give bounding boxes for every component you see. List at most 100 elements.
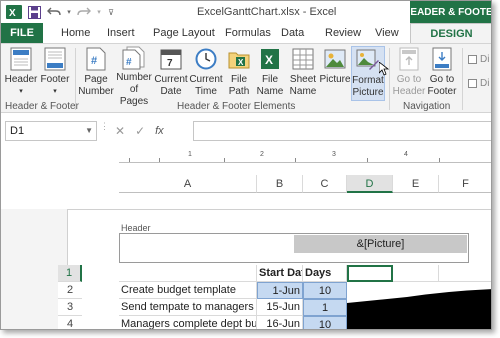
ruler-tick <box>295 158 296 162</box>
tab-design[interactable]: DESIGN <box>410 23 491 44</box>
clock-icon <box>193 46 219 72</box>
column-header-d[interactable]: D <box>347 175 393 193</box>
quick-access-toolbar: X ▾ ▾ ⊽ <box>5 4 117 20</box>
tab-data[interactable]: Data <box>281 23 304 43</box>
file-name-button[interactable]: X File Name <box>255 46 285 101</box>
page-number-button[interactable]: # Page Number <box>78 46 114 101</box>
calendar-icon: 7 <box>158 46 184 72</box>
number-of-pages-label-1: Number <box>116 72 152 83</box>
current-time-button[interactable]: Current Time <box>189 46 223 101</box>
group-separator <box>462 48 463 110</box>
header-button[interactable]: Header ▾ <box>5 46 37 101</box>
excel-window: X ▾ ▾ ⊽ ExcelGanttChart.xlsx - Excel HEA… <box>0 0 492 330</box>
cell-b4[interactable]: 16-Jun <box>257 316 303 329</box>
cell-a2[interactable]: Create budget template <box>119 282 257 299</box>
option-label-1: Di <box>480 54 490 65</box>
svg-text:X: X <box>265 53 273 67</box>
current-date-label-1: Current <box>154 74 188 85</box>
column-header-a[interactable]: A <box>119 175 257 193</box>
cell-a4[interactable]: Managers complete dept budge <box>119 316 257 329</box>
cell-d1-selected[interactable] <box>347 265 393 282</box>
ruler-mark: 2 <box>260 151 264 158</box>
go-to-footer-button[interactable]: Go to Footer <box>426 46 458 101</box>
picture-button[interactable]: Picture <box>319 46 351 101</box>
cell-c4[interactable]: 10 <box>303 316 347 329</box>
tab-file[interactable]: FILE <box>1 23 43 43</box>
page-number-label-1: Page <box>84 74 108 85</box>
row-header-3[interactable]: 3 <box>58 299 82 316</box>
cell-a3[interactable]: Send tempate to managers <box>119 299 257 316</box>
tab-home[interactable]: Home <box>61 23 90 43</box>
ruler-mark: 4 <box>404 151 408 158</box>
tab-page-layout[interactable]: Page Layout <box>153 23 215 43</box>
footer-button-label: Footer <box>40 74 70 85</box>
column-header-b[interactable]: B <box>257 175 303 193</box>
format-picture-icon <box>355 47 381 73</box>
gantt-bar <box>347 289 491 329</box>
mouse-cursor-icon <box>378 61 390 79</box>
formula-buttons: ✕ ✓ fx <box>105 121 187 141</box>
sheet-name-button[interactable]: Sheet Name <box>287 46 319 101</box>
row-header-4[interactable]: 4 <box>58 316 82 329</box>
file-path-label-1: File <box>230 74 248 85</box>
go-to-footer-label-2: Footer <box>427 86 457 97</box>
option-label-2: Di <box>480 78 490 89</box>
current-time-label-1: Current <box>189 74 223 85</box>
insert-function-button[interactable]: fx <box>155 125 164 137</box>
excel-logo-icon: X <box>5 4 23 20</box>
save-icon[interactable] <box>25 4 43 20</box>
formula-bar: D1 ▼ ⋮ ✕ ✓ fx <box>1 113 491 147</box>
redo-icon[interactable] <box>75 4 93 20</box>
svg-text:#: # <box>126 57 132 68</box>
formula-input[interactable] <box>193 121 491 141</box>
tab-review[interactable]: Review <box>325 23 361 43</box>
picture-icon <box>322 46 348 72</box>
cell-c3[interactable]: 1 <box>303 299 347 316</box>
option-checkbox-2[interactable]: Di <box>468 78 489 89</box>
go-to-header-button[interactable]: Go to Header <box>393 46 425 101</box>
undo-icon[interactable] <box>45 4 63 20</box>
cell-c2[interactable]: 10 <box>303 282 347 299</box>
svg-text:#: # <box>91 55 97 67</box>
footer-dropdown-icon: ▾ <box>53 88 57 95</box>
redo-dropdown-icon[interactable]: ▾ <box>95 4 103 20</box>
cell-b3[interactable]: 15-Jun <box>257 299 303 316</box>
column-header-f[interactable]: F <box>439 175 491 193</box>
cell-f1[interactable] <box>439 265 491 282</box>
tab-formulas[interactable]: Formulas <box>225 23 271 43</box>
file-path-button[interactable]: X File Path <box>225 46 253 101</box>
checkbox[interactable] <box>468 55 477 64</box>
tab-view[interactable]: View <box>375 23 399 43</box>
svg-text:X: X <box>238 58 244 67</box>
customize-qat-icon[interactable]: ⊽ <box>105 4 117 20</box>
number-of-pages-button[interactable]: # Number of Pages <box>115 46 153 107</box>
ribbon: Header ▾ Footer ▾ Header & Footer # Page… <box>1 43 491 113</box>
current-date-button[interactable]: 7 Current Date <box>154 46 188 101</box>
tab-insert[interactable]: Insert <box>107 23 135 43</box>
cell-b2[interactable]: 1-Jun <box>257 282 303 299</box>
footer-button[interactable]: Footer ▾ <box>39 46 71 101</box>
undo-dropdown-icon[interactable]: ▾ <box>65 4 73 20</box>
cell-a1[interactable] <box>119 265 257 282</box>
row-header-1[interactable]: 1 <box>58 265 82 282</box>
header-right-section[interactable]: &[Picture] <box>294 235 467 253</box>
header-button-label: Header <box>4 74 38 85</box>
number-of-pages-icon: # <box>121 46 147 70</box>
cell-e1[interactable] <box>393 265 439 282</box>
cell-c1[interactable]: Days <box>303 265 347 282</box>
option-checkbox-1[interactable]: Di <box>468 54 489 65</box>
cell-b1[interactable]: Start Date <box>257 265 303 282</box>
checkbox[interactable] <box>468 79 477 88</box>
name-box[interactable]: D1 ▼ <box>5 121 97 141</box>
ruler-tick <box>439 158 440 162</box>
file-path-label-2: Path <box>228 86 250 97</box>
column-header-e[interactable]: E <box>393 175 439 193</box>
name-box-dropdown-icon[interactable]: ▼ <box>85 122 93 140</box>
window-title: ExcelGanttChart.xlsx - Excel <box>197 6 337 18</box>
worksheet-area: 1 2 3 4 A B C D E F Header &[Picture] 1 … <box>1 147 491 329</box>
header-dropdown-icon: ▾ <box>19 88 23 95</box>
cancel-icon[interactable]: ✕ <box>115 124 125 138</box>
row-header-2[interactable]: 2 <box>58 282 82 299</box>
column-header-c[interactable]: C <box>303 175 347 193</box>
enter-icon[interactable]: ✓ <box>135 124 145 138</box>
